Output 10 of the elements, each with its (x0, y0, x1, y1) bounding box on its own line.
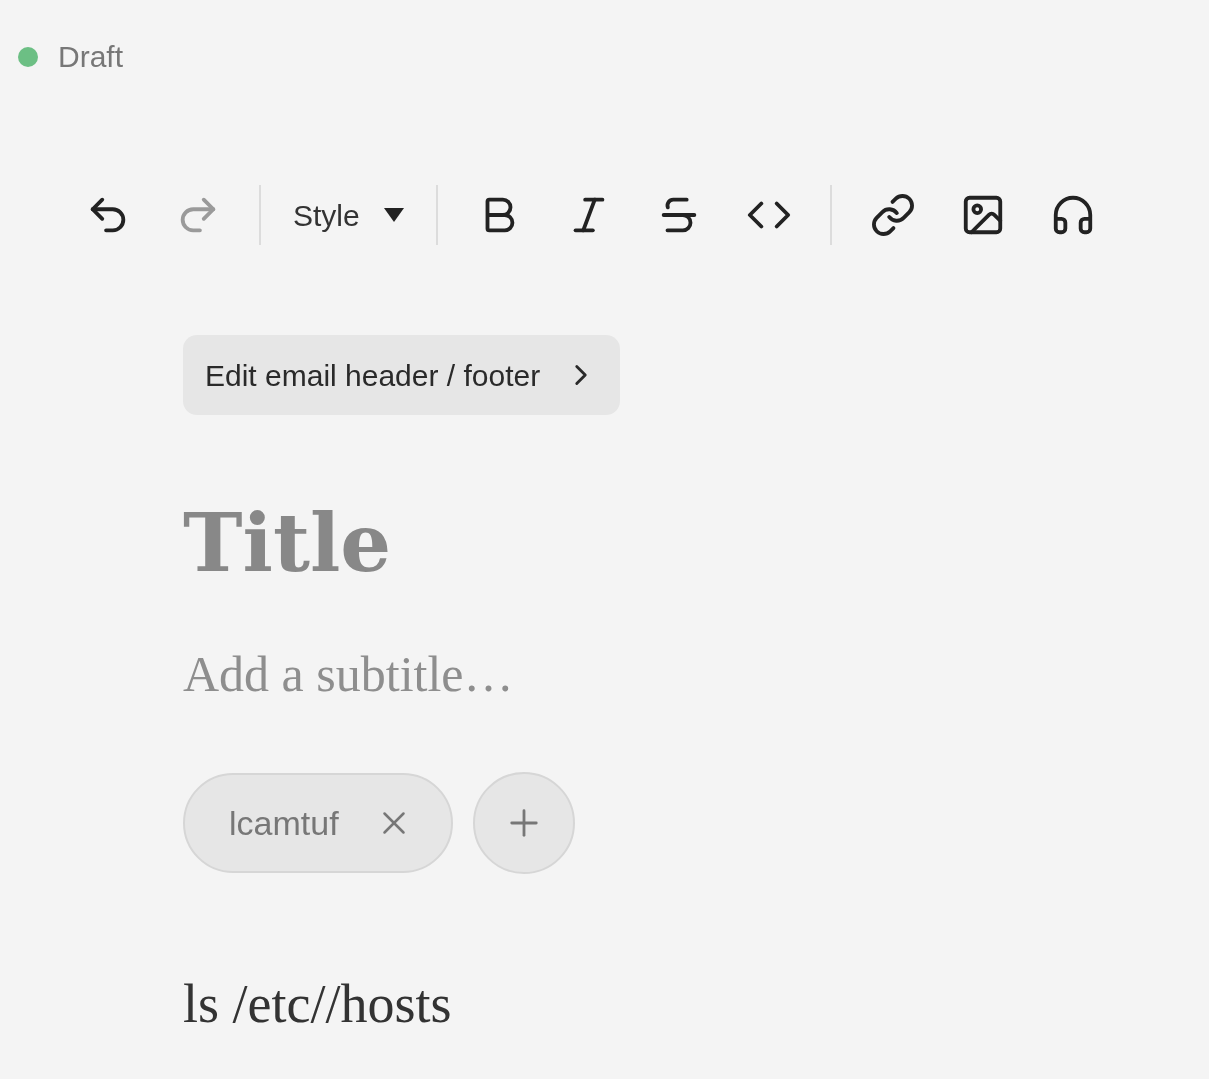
status-label: Draft (58, 39, 123, 75)
subtitle-field[interactable]: Add a subtitle… (183, 637, 1083, 712)
title-field[interactable]: Title (183, 483, 1083, 603)
author-name: lcamtuf (229, 802, 339, 844)
link-icon (869, 192, 916, 238)
caret-icon (383, 208, 404, 222)
author-chip[interactable]: lcamtuf (183, 773, 453, 873)
body-text: ls /etc//hosts (183, 973, 452, 1036)
edit-header-footer-button[interactable]: Edit email header / footer (183, 335, 621, 415)
style-dropdown[interactable]: Style (277, 185, 420, 245)
